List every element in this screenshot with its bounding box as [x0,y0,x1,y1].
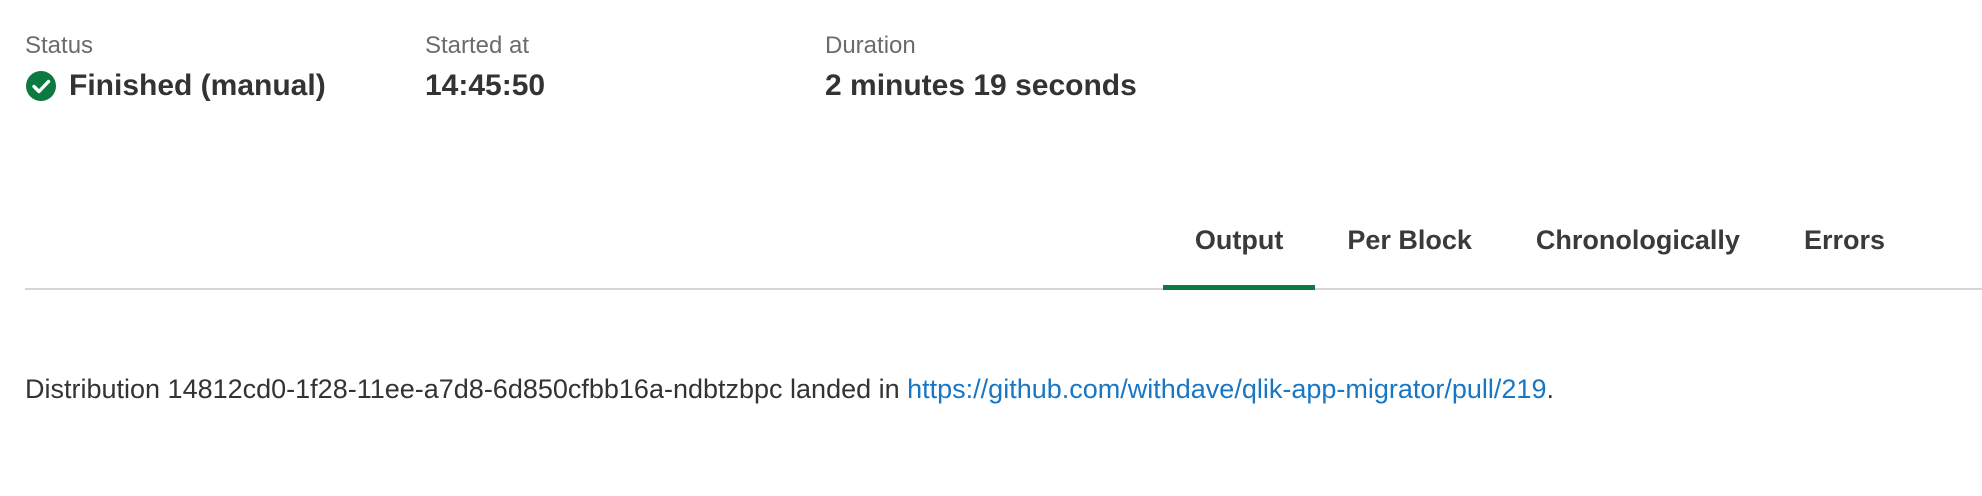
tab-output[interactable]: Output [1162,210,1316,290]
output-message: Distribution 14812cd0-1f28-11ee-a7d8-6d8… [25,370,1554,408]
duration-value: 2 minutes 19 seconds [825,69,1137,102]
tab-errors[interactable]: Errors [1772,210,1917,288]
duration-stat: Duration 2 minutes 19 seconds [825,30,1137,104]
duration-label: Duration [825,32,916,59]
tab-bar: Output Per Block Chronologically Errors [25,210,1982,290]
tab-list: Output Per Block Chronologically Errors [1162,210,1917,290]
tab-chronologically[interactable]: Chronologically [1504,210,1772,288]
status-stat: Status Finished (manual) [25,30,326,104]
started-at-value: 14:45:50 [425,69,546,102]
started-at-label: Started at [425,32,530,59]
output-message-suffix: . [1546,374,1554,404]
status-label: Status [25,32,94,59]
check-circle-icon [25,70,57,102]
output-message-text: Distribution 14812cd0-1f28-11ee-a7d8-6d8… [25,374,908,404]
status-value-row: Finished (manual) [25,68,326,104]
pull-request-link[interactable]: https://github.com/withdave/qlik-app-mig… [907,374,1546,404]
tab-per-block[interactable]: Per Block [1315,210,1504,288]
started-at-stat: Started at 14:45:50 [425,30,545,104]
status-value: Finished (manual) [69,69,326,102]
